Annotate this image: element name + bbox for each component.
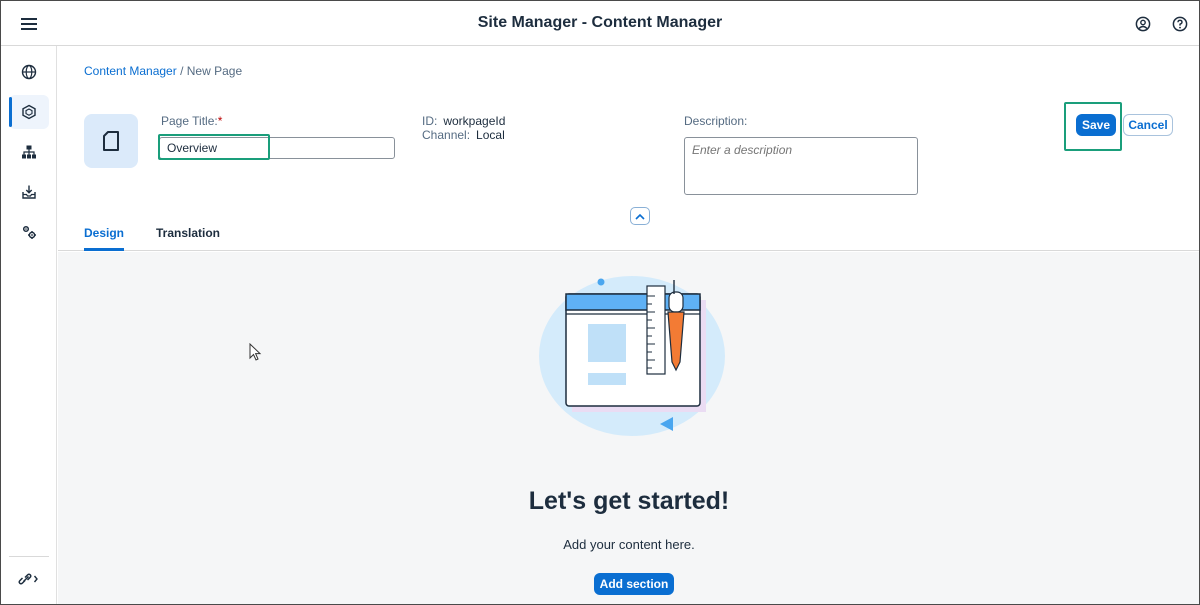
help-icon[interactable]	[1169, 13, 1191, 35]
page-title-label: Page Title:*	[161, 114, 223, 128]
empty-state-subtext: Add your content here.	[563, 537, 695, 552]
page-channel-value: Local	[476, 128, 505, 142]
nav-divider	[9, 556, 49, 557]
required-mark: *	[217, 114, 223, 128]
page-id-value: workpageId	[443, 114, 506, 128]
breadcrumb-current: New Page	[186, 64, 243, 78]
mouse-pointer-icon	[249, 343, 262, 361]
save-button[interactable]: Save	[1076, 114, 1116, 136]
page-icon-tile	[84, 114, 138, 168]
app-title: Site Manager - Content Manager	[477, 14, 723, 31]
add-section-button[interactable]: Add section	[594, 573, 674, 595]
design-board-ruler-pen-illustration	[539, 276, 725, 436]
shell-bar: Site Manager - Content Manager	[1, 1, 1199, 46]
page-document-icon	[103, 131, 119, 151]
link-expand-icon	[18, 573, 38, 585]
page-channel: Channel: Local	[422, 128, 505, 142]
settings-gears-icon	[22, 225, 36, 239]
content-cube-icon	[22, 104, 36, 120]
nav-item-settings[interactable]	[9, 215, 49, 249]
app-window: Site Manager - Content Manager Content M…	[0, 0, 1200, 605]
page-header: Content Manager / New Page Page Title:* …	[58, 47, 1199, 251]
inbox-download-icon	[22, 185, 36, 199]
breadcrumb-link-content-manager[interactable]: Content Manager	[84, 64, 177, 78]
cancel-button[interactable]: Cancel	[1123, 114, 1173, 136]
empty-state-heading: Let's get started!	[528, 487, 730, 515]
breadcrumb-separator: /	[180, 64, 184, 78]
tab-design[interactable]: Design	[84, 225, 125, 251]
hierarchy-icon	[22, 145, 36, 159]
globe-icon	[21, 64, 37, 80]
design-canvas: Let's get started! Add your content here…	[58, 252, 1199, 604]
collapse-header-button[interactable]	[630, 207, 650, 225]
nav-item-hierarchy[interactable]	[9, 135, 49, 169]
description-label: Description:	[684, 114, 748, 128]
nav-expand-button[interactable]	[9, 562, 49, 596]
description-field[interactable]	[684, 137, 918, 195]
side-navigation	[1, 46, 57, 604]
tab-translation[interactable]: Translation	[156, 225, 220, 251]
nav-item-sites[interactable]	[9, 55, 49, 89]
nav-item-inbox[interactable]	[9, 175, 49, 209]
chevron-up-icon	[635, 213, 645, 220]
page-id: ID: workpageId	[422, 114, 506, 128]
breadcrumb: Content Manager / New Page	[84, 64, 242, 78]
user-profile-icon[interactable]	[1132, 13, 1154, 35]
nav-item-content-manager[interactable]	[9, 95, 49, 129]
page-title-input[interactable]	[159, 137, 395, 159]
